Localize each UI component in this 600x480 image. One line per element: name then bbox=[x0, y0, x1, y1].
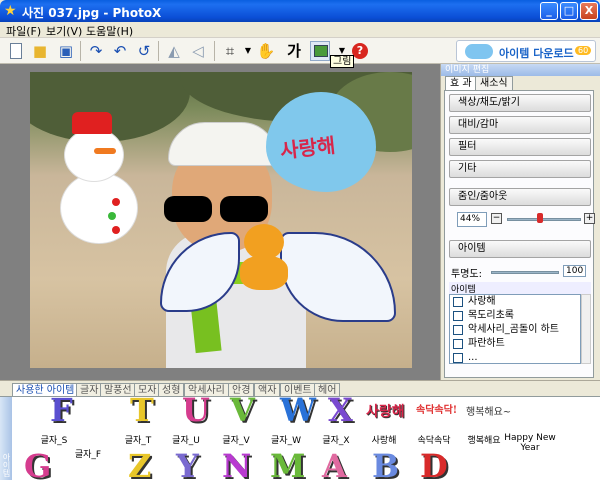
item-glyph-love[interactable]: 사랑해 bbox=[366, 401, 405, 421]
section-zoom[interactable]: 줌인/줌아웃 bbox=[449, 188, 591, 206]
hand-icon[interactable]: ✋ bbox=[256, 41, 276, 61]
item-glyph-G[interactable]: G bbox=[24, 447, 51, 480]
picture-icon[interactable] bbox=[310, 41, 330, 61]
open-folder-icon[interactable]: ■ bbox=[30, 41, 50, 61]
tab-effects[interactable]: 효 과 bbox=[445, 76, 477, 90]
item-list[interactable]: 사랑해 목도리초록 악세사리_곰돌이 하트 파란하트 ... bbox=[449, 294, 581, 364]
zoom-value[interactable]: 44% bbox=[457, 212, 487, 227]
item-glyph-happy[interactable]: 행복해요~ bbox=[466, 403, 511, 418]
menu-file[interactable]: 파일(F) bbox=[6, 23, 41, 39]
item-list-scrollbar[interactable] bbox=[581, 294, 591, 364]
list-item[interactable]: 파란하트 bbox=[450, 337, 580, 351]
item-checkbox[interactable] bbox=[453, 297, 463, 307]
panel-title: 이미지 편집 bbox=[441, 64, 600, 76]
item-checkbox[interactable] bbox=[453, 311, 463, 321]
crop-icon[interactable]: ⌗ bbox=[220, 41, 240, 61]
minimize-button[interactable]: _ bbox=[540, 2, 558, 20]
photo[interactable]: 사랑해 bbox=[30, 72, 412, 368]
tab-text[interactable]: 글자 bbox=[76, 383, 103, 397]
item-glyph-S[interactable]: F bbox=[50, 391, 73, 429]
tab-face[interactable]: 성형 bbox=[158, 383, 185, 397]
menu-view[interactable]: 보기(V) bbox=[46, 23, 82, 39]
download-badge: 60 bbox=[575, 46, 592, 55]
text-tool-icon[interactable]: 가 bbox=[284, 41, 304, 61]
star-icon: ★ bbox=[4, 3, 17, 19]
flip-horizontal-icon[interactable]: ◭ bbox=[164, 41, 184, 61]
menu-help[interactable]: 도움말(H) bbox=[86, 23, 133, 39]
item-caption: 글자_S bbox=[40, 436, 68, 446]
heart-text: 사랑해 bbox=[279, 133, 337, 163]
zoom-row: 44% − + bbox=[449, 212, 595, 230]
transparency-slider[interactable] bbox=[491, 271, 559, 274]
list-item[interactable]: 사랑해 bbox=[450, 295, 580, 309]
undo-icon[interactable]: ↺ bbox=[134, 41, 154, 61]
transparency-label: 투명도: bbox=[451, 269, 482, 280]
item-caption: Happy New Year bbox=[504, 433, 556, 453]
item-download-button[interactable]: 아이템 다운로드 60 bbox=[456, 40, 596, 62]
section-filter[interactable]: 필터 bbox=[449, 138, 591, 156]
item-glyph-X[interactable]: X bbox=[328, 391, 353, 429]
section-contrast-gamma[interactable]: 대비/감마 bbox=[449, 116, 591, 134]
item-glyph-B[interactable]: B bbox=[372, 447, 399, 480]
list-item[interactable]: ... bbox=[450, 351, 580, 363]
snowman-sticker[interactable] bbox=[52, 112, 142, 244]
save-icon[interactable]: ▣ bbox=[56, 41, 76, 61]
item-glyph-whisper[interactable]: 속닥속닥! bbox=[416, 401, 457, 416]
menu-bar: 파일(F) 보기(V) 도움말(H) bbox=[0, 22, 600, 38]
cloud-icon bbox=[465, 44, 493, 59]
item-checkbox[interactable] bbox=[453, 353, 463, 363]
crop-dropdown-icon[interactable]: ▼ bbox=[238, 41, 258, 61]
zoom-in-button[interactable]: + bbox=[584, 213, 595, 224]
item-glyph-Y[interactable]: Y bbox=[176, 447, 199, 480]
item-glyph-V[interactable]: V bbox=[230, 391, 255, 429]
zoom-slider-thumb[interactable] bbox=[537, 213, 544, 223]
item-list-header: 아이템 bbox=[449, 282, 591, 295]
tab-frame[interactable]: 액자 bbox=[254, 383, 281, 397]
item-download-label: 아이템 다운로드 bbox=[499, 47, 574, 60]
zoom-out-button[interactable]: − bbox=[491, 213, 502, 224]
canvas-area[interactable]: 사랑해 bbox=[0, 64, 440, 380]
section-other[interactable]: 기타 bbox=[449, 160, 591, 178]
flip-vertical-icon[interactable]: ◁ bbox=[188, 41, 208, 61]
toolbar: ■ ▣ ↷ ↶ ↺ ◭ ◁ ⌗ ▼ ✋ 가 ▼ ? 아이템 다운로드 60 bbox=[0, 38, 600, 64]
teddy-bear-sticker[interactable] bbox=[236, 222, 292, 292]
tooltip: 그림 bbox=[330, 55, 355, 68]
item-strip[interactable]: 아이템 F T U V W X 사랑해 속닥속닥! 행복해요~ 글자_S 글자_… bbox=[0, 391, 600, 480]
item-glyph-A[interactable]: A bbox=[322, 447, 347, 480]
rotate-left-icon[interactable]: ↶ bbox=[110, 41, 130, 61]
list-item[interactable]: 악세사리_곰돌이 하트 bbox=[450, 323, 580, 337]
item-checkbox[interactable] bbox=[453, 325, 463, 335]
item-glyph-M[interactable]: M bbox=[270, 447, 305, 480]
transparency-value[interactable]: 100 bbox=[563, 265, 587, 277]
item-glyph-N[interactable]: N bbox=[222, 447, 251, 480]
item-glyph-D[interactable]: D bbox=[420, 447, 448, 480]
item-glyph-Z[interactable]: Z bbox=[128, 447, 151, 480]
item-glyph-T[interactable]: T bbox=[130, 391, 154, 429]
item-glyph-W[interactable]: W bbox=[280, 391, 316, 429]
window-title: 사진 037.jpg - PhotoX bbox=[22, 6, 162, 20]
item-glyph-U[interactable]: U bbox=[182, 391, 210, 429]
maximize-button[interactable]: □ bbox=[560, 2, 578, 20]
list-item[interactable]: 목도리초록 bbox=[450, 309, 580, 323]
item-checkbox[interactable] bbox=[453, 339, 463, 349]
close-button[interactable]: X bbox=[580, 2, 598, 20]
heart-sticker[interactable]: 사랑해 bbox=[258, 92, 378, 202]
item-caption: 글자_F bbox=[74, 450, 102, 460]
section-color-saturation[interactable]: 색상/채도/밝기 bbox=[449, 94, 591, 112]
transparency-row: 투명도: 100 bbox=[449, 265, 591, 280]
section-item[interactable]: 아이템 bbox=[449, 240, 591, 258]
title-bar: ★ 사진 037.jpg - PhotoX _ □ X bbox=[0, 0, 600, 22]
rotate-right-icon[interactable]: ↷ bbox=[86, 41, 106, 61]
new-file-icon[interactable] bbox=[6, 41, 26, 61]
zoom-slider[interactable] bbox=[507, 218, 581, 221]
edit-panel: 이미지 편집 효 과 새소식 색상/채도/밝기 대비/감마 필터 기타 줌인/줌… bbox=[440, 64, 600, 380]
tab-news[interactable]: 새소식 bbox=[475, 76, 513, 90]
strip-side-bar: 아이템 bbox=[0, 397, 12, 480]
